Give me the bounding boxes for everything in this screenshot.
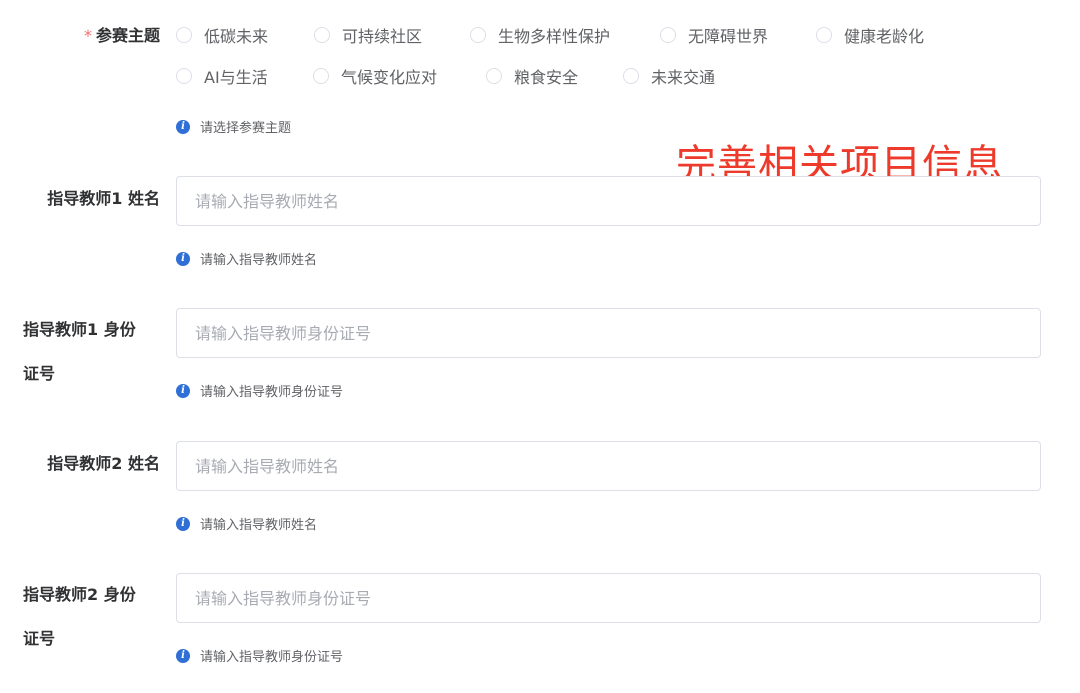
hint-text: 请输入指导教师身份证号	[200, 650, 344, 665]
teacher2-name-label: 指导教师2 姓名	[47, 454, 160, 473]
hint-text: 请输入指导教师身份证号	[200, 385, 344, 400]
teacher1-name-input[interactable]	[176, 176, 1041, 226]
project-info-form: * 参赛主题 低碳未来 可持续社区 生物多样性保护 无障碍世界 健康老龄化 AI与…	[0, 0, 1080, 693]
radio-circle-icon	[623, 68, 639, 84]
info-icon: i	[176, 516, 190, 531]
radio-circle-icon	[176, 27, 192, 43]
required-mark: *	[83, 26, 92, 45]
theme-option-ai-life[interactable]: AI与生活	[176, 64, 268, 88]
label-line: 证号	[23, 629, 56, 648]
theme-option-accessible-world[interactable]: 无障碍世界	[660, 23, 768, 47]
theme-option-food-security[interactable]: 粮食安全	[486, 64, 578, 88]
teacher1-id-hint: i 请输入指导教师身份证号	[176, 381, 343, 400]
teacher1-id-input[interactable]	[176, 308, 1041, 358]
theme-option-climate-change[interactable]: 气候变化应对	[313, 64, 437, 88]
theme-label-text: 参赛主题	[95, 26, 160, 45]
label-line: 指导教师1 身份	[23, 320, 136, 339]
radio-circle-icon	[470, 27, 486, 43]
teacher2-id-input[interactable]	[176, 573, 1041, 623]
radio-circle-icon	[660, 27, 676, 43]
radio-label: 健康老龄化	[844, 27, 925, 46]
info-icon: i	[176, 648, 190, 663]
teacher2-id-hint: i 请输入指导教师身份证号	[176, 646, 343, 665]
theme-hint: i 请选择参赛主题	[176, 117, 291, 136]
radio-label: 生物多样性保护	[498, 27, 611, 46]
radio-circle-icon	[176, 68, 192, 84]
hint-text: 请输入指导教师姓名	[200, 253, 318, 268]
teacher2-name-input[interactable]	[176, 441, 1041, 491]
theme-option-low-carbon[interactable]: 低碳未来	[176, 23, 268, 47]
radio-label: 气候变化应对	[341, 68, 438, 87]
radio-label: 粮食安全	[514, 68, 579, 87]
info-icon: i	[176, 383, 190, 398]
theme-option-future-transport[interactable]: 未来交通	[623, 64, 715, 88]
radio-label: 低碳未来	[204, 27, 269, 46]
radio-label: 可持续社区	[342, 27, 423, 46]
label-line: 指导教师2 身份	[23, 585, 136, 604]
teacher1-name-label: 指导教师1 姓名	[47, 189, 160, 208]
theme-option-biodiversity[interactable]: 生物多样性保护	[470, 23, 610, 47]
radio-label: 未来交通	[651, 68, 716, 87]
theme-label: * 参赛主题	[60, 22, 160, 46]
radio-circle-icon	[486, 68, 502, 84]
theme-option-sustainable-community[interactable]: 可持续社区	[314, 23, 422, 47]
teacher1-name-hint: i 请输入指导教师姓名	[176, 249, 317, 268]
radio-circle-icon	[314, 27, 330, 43]
teacher2-name-hint: i 请输入指导教师姓名	[176, 514, 317, 533]
radio-label: 无障碍世界	[688, 27, 769, 46]
radio-circle-icon	[313, 68, 329, 84]
hint-text: 请输入指导教师姓名	[200, 518, 318, 533]
radio-circle-icon	[816, 27, 832, 43]
radio-label: AI与生活	[204, 68, 268, 87]
info-icon: i	[176, 251, 190, 266]
theme-option-healthy-aging[interactable]: 健康老龄化	[816, 23, 924, 47]
label-line: 证号	[23, 364, 56, 383]
teacher2-id-label: 指导教师2 身份 证号	[23, 573, 163, 661]
teacher1-id-label: 指导教师1 身份 证号	[23, 308, 163, 396]
hint-text: 请选择参赛主题	[200, 121, 292, 136]
info-icon: i	[176, 119, 190, 134]
